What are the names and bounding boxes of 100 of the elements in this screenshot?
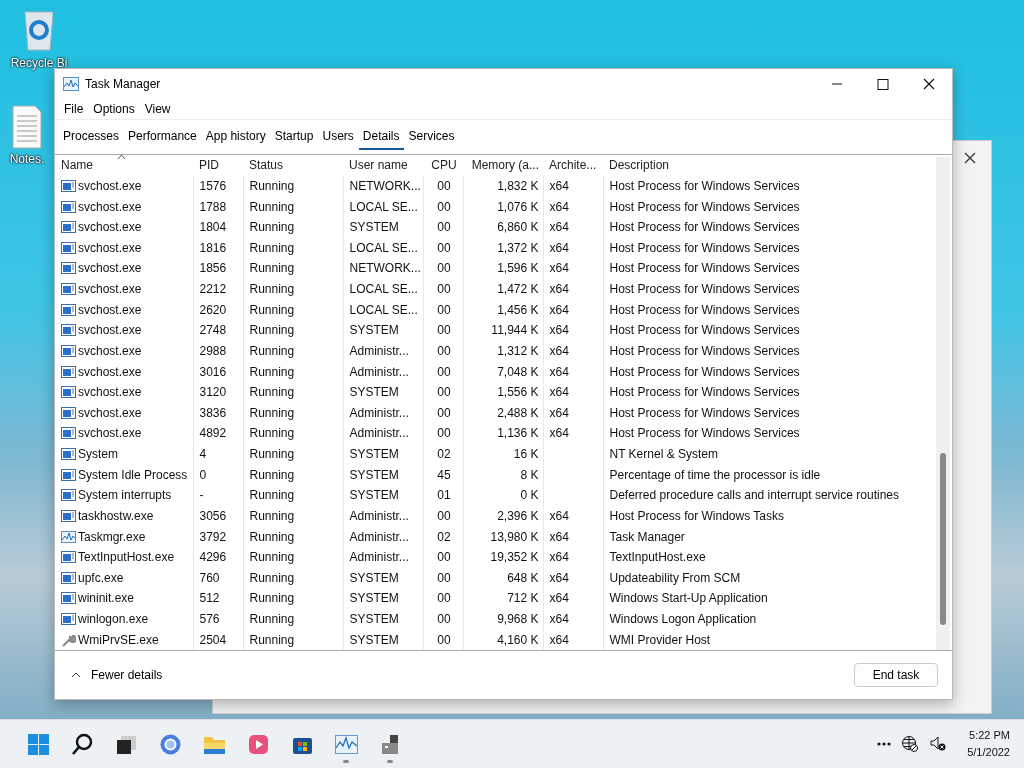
process-name[interactable]: upfc.exe <box>78 570 124 585</box>
process-name[interactable]: svchost.exe <box>78 385 142 400</box>
table-cell: Running <box>249 240 295 255</box>
table-cell: 01 <box>437 488 451 503</box>
process-name[interactable]: svchost.exe <box>78 240 142 255</box>
maximize-icon[interactable] <box>876 78 890 90</box>
table-cell: 2988 <box>199 343 227 358</box>
table-cell: x64 <box>549 178 569 193</box>
process-name[interactable]: System interrupts <box>78 488 172 503</box>
close-icon[interactable] <box>963 151 977 165</box>
table-cell: x64 <box>549 632 569 647</box>
process-name[interactable]: wininit.exe <box>78 591 135 606</box>
table-cell: x64 <box>549 261 569 276</box>
process-name[interactable]: svchost.exe <box>78 199 142 214</box>
column-header[interactable]: Description <box>603 155 936 176</box>
process-name[interactable]: svchost.exe <box>78 261 142 276</box>
table-cell: Host Process for Windows Services <box>609 240 800 255</box>
table-cell: 00 <box>437 508 451 523</box>
close-icon[interactable] <box>922 78 936 90</box>
scroll-thumb[interactable] <box>940 453 946 625</box>
table-cell: 1576 <box>199 178 227 193</box>
process-name[interactable]: svchost.exe <box>78 302 142 317</box>
fewer-details-button[interactable]: Fewer details <box>65 667 169 683</box>
process-name[interactable]: winlogon.exe <box>78 612 149 627</box>
menu-item[interactable]: File <box>59 102 89 116</box>
table-cell: 1,556 K <box>497 385 539 400</box>
table-cell: Running <box>249 467 295 482</box>
process-name[interactable]: svchost.exe <box>78 323 142 338</box>
speaker-muted-icon[interactable] <box>929 735 948 753</box>
column-header[interactable]: Memory (a... <box>463 155 543 176</box>
tab[interactable]: App history <box>201 124 270 150</box>
end-task-button[interactable]: End task <box>854 663 938 687</box>
column-header[interactable]: User name <box>343 155 423 176</box>
table-cell: 648 K <box>507 570 539 585</box>
table-cell: SYSTEM <box>349 591 399 606</box>
clock-date[interactable]: 5/1/2022 <box>967 744 1010 761</box>
tab[interactable]: Startup <box>270 124 318 150</box>
application-icon <box>61 488 76 503</box>
table-cell: Host Process for Windows Tasks <box>609 508 784 523</box>
table-cell: 712 K <box>507 591 539 606</box>
process-name[interactable]: svchost.exe <box>78 426 142 441</box>
table-cell: 00 <box>437 405 451 420</box>
more-icon[interactable] <box>877 742 892 746</box>
table-cell: SYSTEM <box>349 570 399 585</box>
table-cell: Running <box>249 529 295 544</box>
process-name[interactable]: svchost.exe <box>78 220 142 235</box>
table-cell: 1,372 K <box>497 240 539 255</box>
process-name[interactable]: svchost.exe <box>78 282 142 297</box>
process-name[interactable]: taskhostw.exe <box>78 508 154 523</box>
process-name[interactable]: System Idle Process <box>78 467 188 482</box>
table-cell: Running <box>249 343 295 358</box>
table-cell: 02 <box>437 529 451 544</box>
process-name[interactable]: svchost.exe <box>78 405 142 420</box>
process-name[interactable]: Taskmgr.exe <box>78 529 146 544</box>
tab[interactable]: Processes <box>59 124 124 150</box>
table-cell: Host Process for Windows Services <box>609 302 800 317</box>
table-cell: NT Kernel & System <box>609 447 718 462</box>
process-name[interactable]: WmiPrvSE.exe <box>78 632 159 647</box>
column-header[interactable]: Status <box>243 155 343 176</box>
table-cell: 4892 <box>199 426 227 441</box>
globe-icon[interactable] <box>901 735 920 753</box>
running-indicator <box>343 760 349 763</box>
windows-logo-icon[interactable] <box>25 731 51 757</box>
table-cell: SYSTEM <box>349 447 399 462</box>
process-name[interactable]: svchost.exe <box>78 364 142 379</box>
process-name[interactable]: System <box>78 447 118 462</box>
column-header[interactable]: Archite... <box>543 155 603 176</box>
tab[interactable]: Services <box>404 124 459 150</box>
search-icon[interactable] <box>69 731 95 757</box>
application-icon <box>61 508 76 523</box>
table-cell: 9,968 K <box>497 612 539 627</box>
table-cell: SYSTEM <box>349 488 399 503</box>
application-icon <box>61 385 76 400</box>
table-cell: 6,860 K <box>497 220 539 235</box>
tab[interactable]: Details <box>358 124 404 150</box>
menu-item[interactable]: Options <box>88 102 140 116</box>
tab[interactable]: Users <box>318 124 358 150</box>
column-header[interactable]: PID <box>193 155 243 176</box>
application-icon <box>61 199 76 214</box>
table-cell: x64 <box>549 302 569 317</box>
table-cell: x64 <box>549 426 569 441</box>
column-header[interactable]: CPU <box>423 155 463 176</box>
tab[interactable]: Performance <box>124 124 201 150</box>
table-cell: Administr... <box>349 364 409 379</box>
process-name[interactable]: TextInputHost.exe <box>78 550 175 565</box>
column-header[interactable]: Name <box>61 158 93 173</box>
sort-caret-icon <box>117 155 126 160</box>
clock-time[interactable]: 5:22 PM <box>969 727 1010 744</box>
table-cell: Host Process for Windows Services <box>609 364 800 379</box>
scrollbar[interactable] <box>936 157 950 650</box>
application-icon <box>61 240 76 255</box>
table-cell: 1856 <box>199 261 227 276</box>
table-cell: 11,944 K <box>491 323 539 338</box>
table-cell: x64 <box>549 550 569 565</box>
table-cell: 2,396 K <box>497 508 539 523</box>
table-cell: Task Manager <box>609 529 685 544</box>
process-name[interactable]: svchost.exe <box>78 343 142 358</box>
process-name[interactable]: svchost.exe <box>78 178 142 193</box>
menu-item[interactable]: View <box>139 102 176 116</box>
table-cell: Administr... <box>349 508 409 523</box>
